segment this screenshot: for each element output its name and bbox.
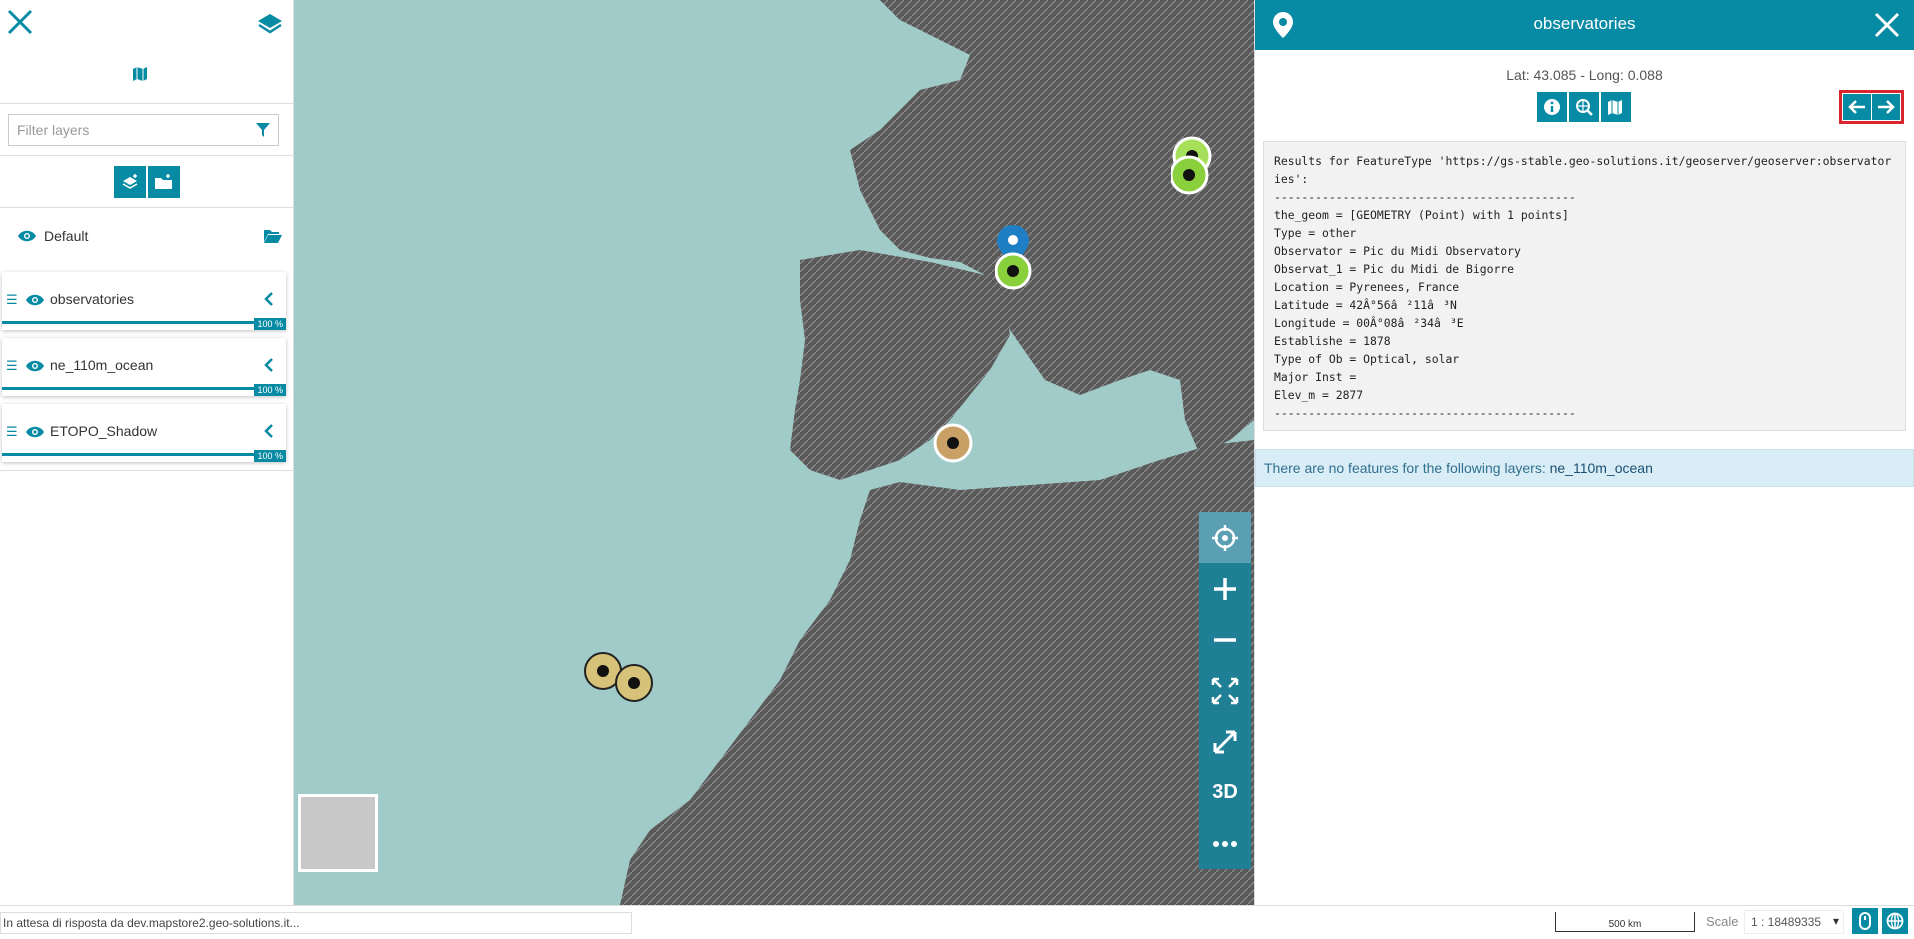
zoom-globe-icon xyxy=(1576,99,1593,116)
layers-icon[interactable] xyxy=(257,12,283,36)
arrow-right-icon xyxy=(1878,100,1895,114)
globe-button[interactable] xyxy=(1882,908,1908,934)
eye-icon[interactable] xyxy=(26,360,44,372)
map-icon xyxy=(1608,100,1622,115)
arrow-left-icon xyxy=(1848,100,1865,114)
scalebar: 500 km xyxy=(1555,912,1695,932)
eye-icon[interactable] xyxy=(26,294,44,306)
expand-arrows-icon xyxy=(1211,677,1239,704)
scale-selector[interactable]: 1 : 18489335 xyxy=(1744,910,1844,934)
drag-handle-icon[interactable]: ☰ xyxy=(6,358,18,374)
opacity-badge: 100 % xyxy=(254,450,286,462)
close-icon[interactable] xyxy=(1874,12,1900,38)
zoom-to-feature-button[interactable] xyxy=(1569,92,1599,122)
filter-icon[interactable] xyxy=(256,123,270,137)
no-features-text: There are no features for the following … xyxy=(1264,460,1550,476)
panel-title: observatories xyxy=(1533,14,1636,33)
opacity-slider[interactable] xyxy=(2,387,286,390)
identify-panel: observatories Lat: 43.085 - Long: 0.088 xyxy=(1254,0,1914,905)
landmass-africa xyxy=(620,440,1254,905)
identify-header: observatories xyxy=(1255,0,1914,50)
add-group-button[interactable] xyxy=(147,165,180,198)
map-info-button[interactable] xyxy=(1601,92,1631,122)
click-coordinates: Lat: 43.085 - Long: 0.088 xyxy=(1506,67,1663,83)
3d-label: 3D xyxy=(1212,781,1238,803)
layer-name: observatories xyxy=(50,291,135,307)
filter-layers-input[interactable] xyxy=(9,115,249,145)
close-icon[interactable] xyxy=(6,8,34,36)
zoom-to-max-extent-button[interactable] xyxy=(1199,665,1251,716)
layer-item[interactable]: ☰ observatories 100 % xyxy=(2,272,286,330)
scalebar-label: 500 km xyxy=(1608,919,1642,930)
info-button[interactable] xyxy=(1537,92,1567,122)
scale-label: Scale xyxy=(1706,914,1739,929)
add-layer-icon xyxy=(122,173,137,189)
opacity-badge: 100 % xyxy=(254,318,286,330)
no-features-layer: ne_110m_ocean xyxy=(1549,460,1653,476)
globe-icon xyxy=(1886,912,1904,930)
info-icon xyxy=(1544,99,1560,115)
chevron-left-icon[interactable] xyxy=(264,292,274,306)
toc-header xyxy=(0,0,293,104)
zoom-out-button[interactable] xyxy=(1199,614,1251,665)
map-icon[interactable] xyxy=(132,66,148,82)
fullscreen-icon xyxy=(1213,730,1237,753)
layer-item[interactable]: ☰ ETOPO_Shadow 100 % xyxy=(2,404,286,462)
zoom-in-button[interactable] xyxy=(1199,563,1251,614)
opacity-slider[interactable] xyxy=(2,321,286,324)
mouse-position-icon xyxy=(1859,912,1871,930)
toc-divider xyxy=(0,470,293,471)
layer-group-default[interactable]: Default xyxy=(0,208,293,264)
locate-button[interactable] xyxy=(1199,512,1251,563)
chevron-left-icon[interactable] xyxy=(264,424,274,438)
observatory-marker-icon[interactable] xyxy=(932,422,974,464)
drag-handle-icon[interactable]: ☰ xyxy=(6,424,18,440)
layer-item[interactable]: ☰ ne_110m_ocean 100 % xyxy=(2,338,286,396)
chevron-left-icon[interactable] xyxy=(264,358,274,372)
toc-action-bar xyxy=(0,156,293,208)
feature-info-results: Results for FeatureType 'https://gs-stab… xyxy=(1263,141,1906,431)
opacity-badge: 100 % xyxy=(254,384,286,396)
fullscreen-button[interactable] xyxy=(1199,716,1251,767)
crs-selector-button[interactable] xyxy=(1852,908,1878,934)
ellipsis-icon xyxy=(1213,840,1237,847)
layer-name: ETOPO_Shadow xyxy=(50,423,158,439)
observatory-marker-icon[interactable] xyxy=(1171,136,1219,196)
identify-tools xyxy=(1537,92,1631,122)
scale-value: 1 : 18489335 xyxy=(1751,915,1822,929)
eye-icon[interactable] xyxy=(26,426,44,438)
eye-icon[interactable] xyxy=(18,230,36,242)
layer-filter-field xyxy=(8,114,279,146)
feature-navigation xyxy=(1839,90,1904,124)
opacity-slider[interactable] xyxy=(2,453,286,456)
identify-toolbar xyxy=(1255,83,1914,131)
crosshair-icon xyxy=(1212,524,1238,551)
drag-handle-icon[interactable]: ☰ xyxy=(6,292,18,308)
plus-icon xyxy=(1214,577,1236,600)
previous-feature-button[interactable] xyxy=(1843,94,1871,120)
table-of-contents-panel: Default ☰ observatories 100 % ☰ ne_110m_… xyxy=(0,0,294,905)
background-selector-button[interactable] xyxy=(298,794,378,872)
observatory-marker-icon[interactable] xyxy=(580,648,660,706)
loading-status: In attesa di risposta da dev.mapstore2.g… xyxy=(0,912,632,934)
layer-name: ne_110m_ocean xyxy=(50,357,154,373)
selected-location-pin-icon[interactable] xyxy=(995,225,1035,291)
map-toolbar: 3D xyxy=(1199,512,1251,869)
next-feature-button[interactable] xyxy=(1872,94,1900,120)
add-folder-icon xyxy=(154,173,172,189)
minus-icon xyxy=(1214,637,1236,642)
add-layer-button[interactable] xyxy=(113,165,146,198)
more-options-button[interactable] xyxy=(1199,818,1251,869)
layer-filter-row xyxy=(0,104,293,156)
group-label: Default xyxy=(44,228,89,244)
landmass-iberia xyxy=(790,250,1010,480)
3d-toggle-button[interactable]: 3D xyxy=(1199,767,1251,818)
folder-open-icon[interactable] xyxy=(263,228,283,244)
no-features-alert: There are no features for the following … xyxy=(1255,449,1914,487)
map-footer: In attesa di risposta da dev.mapstore2.g… xyxy=(0,905,1914,939)
